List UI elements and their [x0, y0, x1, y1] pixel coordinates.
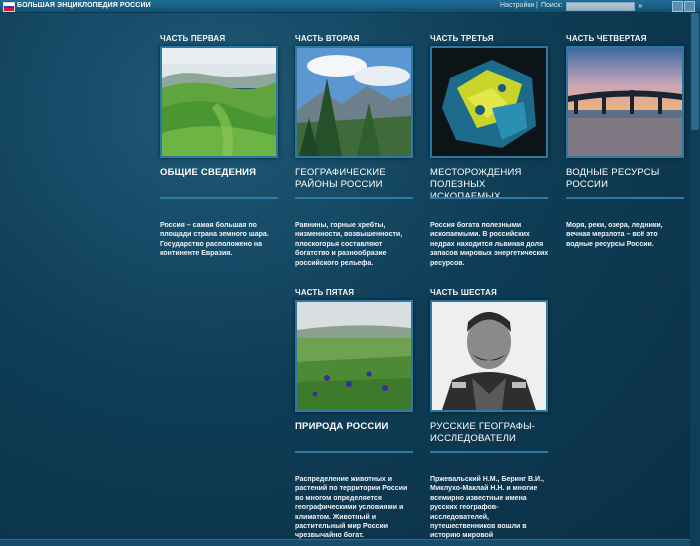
card-heading: ЧАСТЬ ВТОРАЯ	[295, 34, 360, 43]
card-description: Равнины, горные хребты, низменности, воз…	[295, 222, 403, 267]
bottom-bar	[0, 539, 690, 546]
explorer-portrait-photo[interactable]	[430, 300, 548, 412]
card-description: Распределение животных и растений по тер…	[295, 476, 408, 540]
settings-link[interactable]: Настройки	[500, 0, 534, 12]
divider	[160, 197, 278, 199]
steppe-flowers-photo[interactable]	[295, 300, 413, 412]
card-part-5[interactable]: ЧАСТЬ ПЯТАЯ ПРИРОДА РОССИИ Распределение…	[295, 288, 413, 539]
app-title: БОЛЬШАЯ ЭНЦИКЛОПЕДИЯ РОССИИ	[17, 2, 151, 9]
card-description: Россия – самая большая по площади страна…	[160, 222, 269, 258]
card-description: Пржевальский Н.М., Беринг В.И., Миклухо-…	[430, 476, 544, 540]
mineral-rock-photo[interactable]	[430, 46, 548, 158]
card-title[interactable]: ГЕОГРАФИЧЕСКИЕ РАЙОНЫ РОССИИ	[295, 167, 413, 191]
card-title[interactable]: ПРИРОДА РОССИИ	[295, 421, 413, 433]
separator: |	[536, 2, 538, 9]
card-heading: ЧАСТЬ ЧЕТВЕРТАЯ	[566, 34, 647, 43]
russian-flag-icon	[3, 2, 15, 12]
green-hills-photo[interactable]	[160, 46, 278, 158]
card-description: Моря, реки, озера, ледники, вечная мерзл…	[566, 222, 663, 248]
card-part-6[interactable]: ЧАСТЬ ШЕСТАЯ РУССКИЕ ГЕОГРАФЫ-ИССЛЕДОВАТ…	[430, 288, 548, 539]
divider	[430, 197, 548, 199]
card-part-1[interactable]: ЧАСТЬ ПЕРВАЯ ОБЩИЕ СВЕДЕНИЯ Россия – сам…	[160, 34, 278, 257]
search-label: Поиск:	[541, 2, 563, 9]
double-arrow-right-icon[interactable]: »	[638, 0, 642, 12]
search-input[interactable]	[566, 2, 635, 11]
flag-stripe-red	[4, 8, 14, 11]
divider	[295, 451, 413, 453]
card-part-2[interactable]: ЧАСТЬ ВТОРАЯ ГЕОГРАФИЧЕСКИЕ РАЙОНЫ РОССИ…	[295, 34, 413, 267]
divider	[566, 197, 684, 199]
card-heading: ЧАСТЬ ПЯТАЯ	[295, 288, 355, 297]
card-part-4[interactable]: ЧАСТЬ ЧЕТВЕРТАЯ ВОДНЫЕ РЕСУРСЫ РОССИИ Мо…	[566, 34, 684, 248]
scrollbar-thumb[interactable]	[691, 13, 699, 130]
card-heading: ЧАСТЬ ПЕРВАЯ	[160, 34, 226, 43]
card-part-3[interactable]: ЧАСТЬ ТРЕТЬЯ МЕСТОРОЖДЕНИЯ ПОЛЕЗНЫХ ИСКО…	[430, 34, 548, 267]
card-heading: ЧАСТЬ ШЕСТАЯ	[430, 288, 497, 297]
card-heading: ЧАСТЬ ТРЕТЬЯ	[430, 34, 494, 43]
card-description: Россия богата полезными ископаемыми. В р…	[430, 222, 549, 267]
divider	[295, 197, 413, 199]
minimize-button[interactable]	[672, 1, 683, 12]
divider	[430, 451, 548, 453]
card-title[interactable]: ВОДНЫЕ РЕСУРСЫ РОССИИ	[566, 167, 684, 191]
card-title[interactable]: РУССКИЕ ГЕОГРАФЫ-ИССЛЕДОВАТЕЛИ	[430, 421, 548, 445]
app-titlebar: БОЛЬШАЯ ЭНЦИКЛОПЕДИЯ РОССИИ Настройки | …	[0, 0, 700, 13]
bridge-river-sunset-photo[interactable]	[566, 46, 684, 158]
card-title[interactable]: ОБЩИЕ СВЕДЕНИЯ	[160, 167, 278, 179]
mountain-forest-photo[interactable]	[295, 46, 413, 158]
close-button[interactable]	[684, 1, 695, 12]
